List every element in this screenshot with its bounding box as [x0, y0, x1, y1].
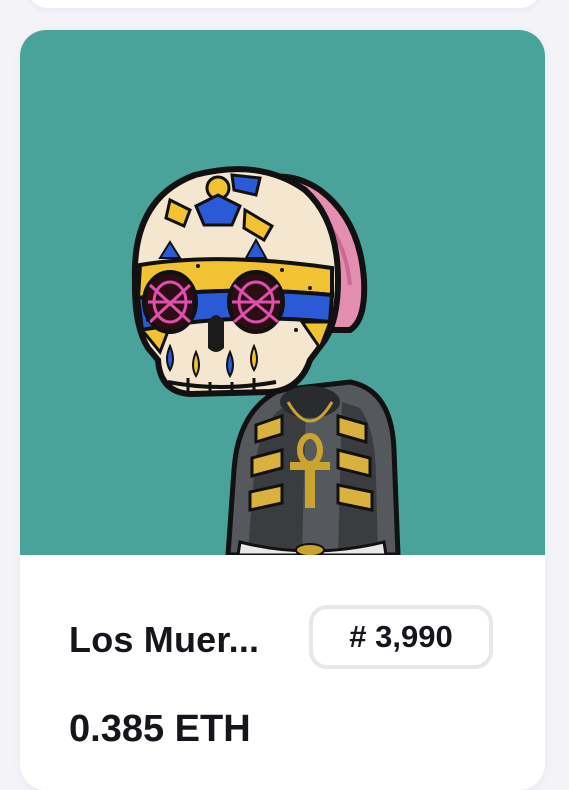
nft-card[interactable]: Los Muer... # 3,990 0.385 ETH: [20, 30, 545, 790]
nft-image[interactable]: [20, 30, 545, 555]
nft-name: Los Muer...: [69, 619, 260, 660]
character-body: [225, 379, 401, 555]
token-number-badge: # 3,990: [309, 605, 493, 669]
previous-card-edge: [28, 0, 540, 8]
sugar-skull: [131, 166, 342, 398]
nft-price: 0.385 ETH: [69, 708, 251, 750]
